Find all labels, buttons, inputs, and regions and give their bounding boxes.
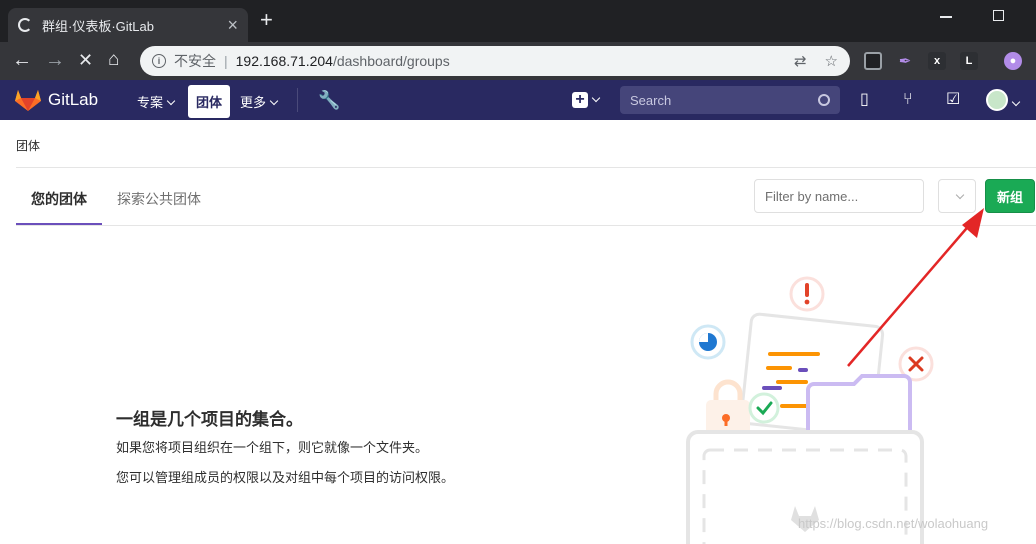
nav-projects-label: 专案 [137,95,164,110]
search-icon [818,94,830,106]
forward-icon[interactable]: → [45,50,65,70]
divider [16,225,1036,226]
maximize-window-icon[interactable] [993,10,1004,21]
stop-loading-icon[interactable]: ✕ [78,50,93,70]
bookmark-star-icon[interactable]: ☆ [825,52,838,70]
chevron-down-icon [269,96,279,106]
chevron-down-icon [166,96,176,106]
nav-divider [297,88,298,112]
url-host: 192.168.71.204 [235,53,333,69]
todo-check-icon[interactable]: ☑ [946,91,960,109]
divider [16,167,1036,168]
gitlab-brand[interactable]: GitLab [48,90,98,110]
back-icon[interactable]: ← [12,50,32,70]
browser-toolbar: ← → ✕ ⌂ i 不安全 | 192.168.71.204 /dashboar… [0,42,1036,80]
translate-icon[interactable]: ⇄ [794,52,807,70]
empty-groups-illustration [686,276,934,544]
breadcrumb[interactable]: 团体 [16,137,40,154]
feather-extension-icon[interactable]: ✒ [896,52,914,70]
gitlab-logo-icon[interactable] [14,88,42,112]
chevron-down-icon [1011,97,1021,107]
nav-groups[interactable]: 团体 [188,85,231,118]
new-plus-dropdown[interactable]: + [572,91,601,109]
qr-code-extension-icon[interactable] [864,52,882,70]
profile-avatar-icon[interactable]: ● [1004,52,1022,70]
chevron-down-icon [955,190,964,199]
l-extension-icon[interactable]: L [960,52,978,70]
user-menu[interactable] [986,89,1021,116]
search-input[interactable]: Search [620,86,840,114]
sort-dropdown[interactable] [938,179,976,213]
empty-state-title: 一组是几个项目的集合。 [116,410,303,429]
tab-explore-public-groups[interactable]: 探索公共团体 [117,189,201,209]
nav-more[interactable]: 更多 [240,92,279,111]
minimize-window-icon[interactable] [940,16,952,18]
nav-projects[interactable]: 专案 [137,92,176,111]
loading-spinner-icon [18,18,32,32]
filter-by-name-input[interactable] [754,179,924,213]
merge-request-icon[interactable]: ⑂ [903,91,913,109]
new-tab-button[interactable]: + [260,9,273,31]
close-tab-icon[interactable]: × [227,16,238,34]
url-path: /dashboard/groups [332,53,450,69]
gitlab-header: GitLab 专案 团体 更多 🔧 + Search ▯ ⑂ ☑ [0,80,1036,120]
plus-square-icon: + [572,92,588,108]
url-separator: | [224,53,228,69]
empty-state-description: 您可以管理组成员的权限以及对组中每个项目的访问权限。 [116,470,455,485]
address-bar[interactable]: i 不安全 | 192.168.71.204 /dashboard/groups… [140,46,850,76]
x-extension-icon[interactable]: x [928,52,946,70]
sidebar-toggle-icon[interactable]: ▯ [860,91,869,109]
nav-more-label: 更多 [240,95,267,110]
tab-your-groups[interactable]: 您的团体 [16,189,102,209]
browser-tab-title: 群组·仪表板·GitLab [42,18,154,34]
chevron-down-icon [591,93,601,103]
browser-tab[interactable]: 群组·仪表板·GitLab × [8,8,248,42]
watermark: https://blog.csdn.net/wolaohuang [798,516,989,531]
search-placeholder: Search [630,92,672,108]
home-icon[interactable]: ⌂ [108,50,119,70]
info-icon[interactable]: i [152,54,166,68]
user-avatar [986,89,1008,111]
browser-tab-bar: 群组·仪表板·GitLab × + [0,0,1036,42]
admin-wrench-icon[interactable]: 🔧 [318,91,340,109]
new-group-button[interactable]: 新组 [985,179,1035,213]
insecure-label: 不安全 [174,53,216,69]
empty-state-description: 如果您将项目组织在一个组下，则它就像一个文件夹。 [116,440,429,455]
